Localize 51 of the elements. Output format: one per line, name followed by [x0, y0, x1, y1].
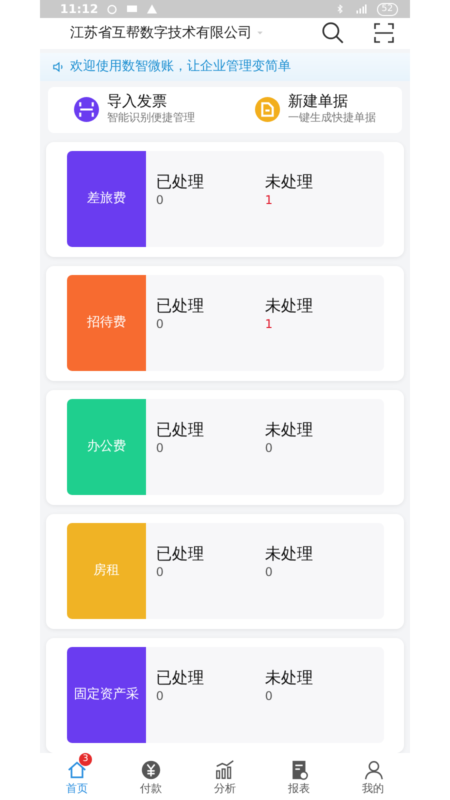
- stat-label: 未处理: [265, 297, 314, 315]
- message-icon: [126, 3, 138, 15]
- stat-label: 未处理: [265, 545, 314, 563]
- stat-count: 0: [265, 688, 274, 705]
- stat-count: 1: [265, 316, 274, 333]
- category-tile: 差旅费: [67, 151, 146, 247]
- stat-count: 0: [156, 316, 165, 333]
- alarm-icon: [106, 3, 118, 15]
- category-card[interactable]: 招待费 已处理 0 未处理 1: [46, 266, 404, 381]
- category-card[interactable]: 固定资产采 已处理 0 未处理 0: [46, 638, 404, 753]
- action-title: 新建单据: [288, 93, 349, 110]
- action-button[interactable]: 导入发票 智能识别便捷管理: [74, 93, 195, 126]
- stat-count: 0: [265, 564, 274, 581]
- stat-count: 0: [156, 440, 165, 457]
- stat-label: 未处理: [265, 669, 314, 687]
- tab-item[interactable]: 分析: [188, 753, 262, 800]
- action-subtitle: 智能识别便捷管理: [107, 110, 195, 126]
- tab-item[interactable]: 首页 3: [40, 753, 114, 800]
- user-icon: [362, 759, 384, 782]
- category-tile: 招待费: [67, 275, 146, 371]
- stat-label: 已处理: [156, 173, 205, 191]
- stat-label: 未处理: [265, 173, 314, 191]
- stat-label: 已处理: [156, 297, 205, 315]
- stat-count: 0: [265, 440, 274, 457]
- stat-label: 已处理: [156, 669, 205, 687]
- category-card[interactable]: 办公费 已处理 0 未处理 0: [46, 390, 404, 505]
- stat-label: 未处理: [265, 421, 314, 439]
- stat-count: 0: [156, 688, 165, 705]
- warning-icon: [146, 3, 158, 15]
- action-button[interactable]: 新建单据 一键生成快捷单据: [255, 93, 376, 126]
- category-card[interactable]: 差旅费 已处理 0 未处理 1: [46, 142, 404, 257]
- tab-item[interactable]: 付款: [114, 753, 188, 800]
- action-subtitle: 一键生成快捷单据: [288, 110, 376, 126]
- stat-count: 0: [156, 192, 165, 209]
- category-tile: 固定资产采: [67, 647, 146, 743]
- tab-item[interactable]: 报表: [262, 753, 336, 800]
- chart-icon: [214, 759, 236, 782]
- notice-text: 欢迎使用数智微账，让企业管理变简单: [70, 58, 291, 76]
- stat-label: 已处理: [156, 421, 205, 439]
- tab-item[interactable]: 我的: [336, 753, 410, 800]
- category-card[interactable]: 房租 已处理 0 未处理 0: [46, 514, 404, 629]
- stat-label: 已处理: [156, 545, 205, 563]
- stat-count: 0: [156, 564, 165, 581]
- stat-count: 1: [265, 192, 274, 209]
- scan-icon[interactable]: [372, 21, 396, 46]
- bluetooth-icon: [334, 3, 345, 15]
- notification-badge: 3: [79, 753, 92, 766]
- yuan-coin-icon: [140, 759, 162, 782]
- action-title: 导入发票: [107, 93, 168, 110]
- category-tile: 办公费: [67, 399, 146, 495]
- category-tile: 房租: [67, 523, 146, 619]
